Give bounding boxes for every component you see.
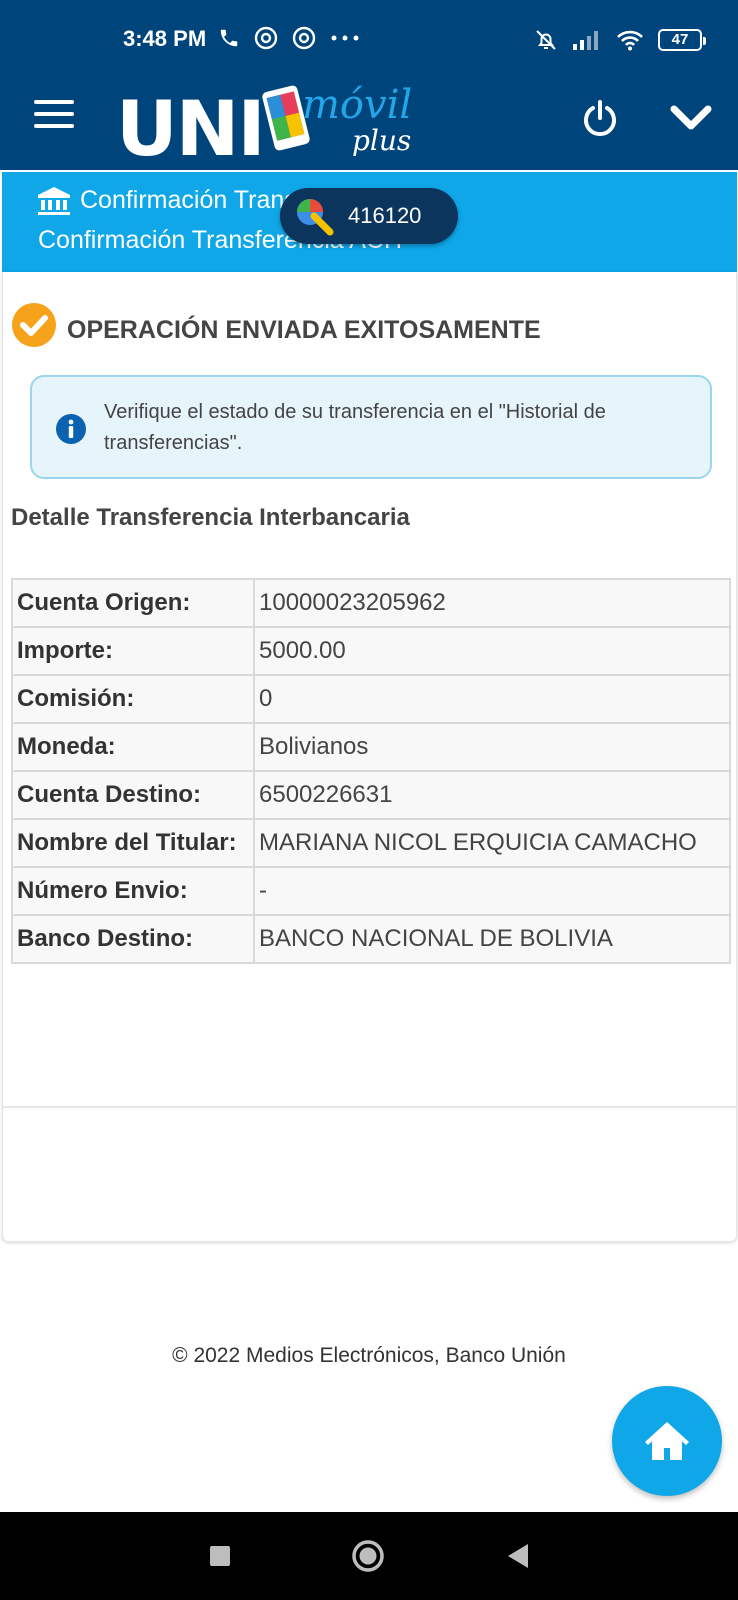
nav-home-button[interactable] xyxy=(346,1534,390,1578)
row-label: Número Envio: xyxy=(11,866,255,916)
logout-button[interactable] xyxy=(580,98,620,138)
android-nav-bar xyxy=(0,1512,738,1600)
confirmation-card: OPERACIÓN ENVIADA EXITOSAMENTE Verifique… xyxy=(2,272,737,1242)
row-label: Cuenta Destino: xyxy=(11,770,255,820)
chrome-icon xyxy=(292,26,316,50)
home-button[interactable] xyxy=(612,1386,722,1496)
power-icon xyxy=(584,100,616,137)
success-title: OPERACIÓN ENVIADA EXITOSAMENTE xyxy=(67,315,541,344)
transfer-details-table: Cuenta Origen: 10000023205962 Importe: 5000… xyxy=(11,578,731,964)
key-icon xyxy=(297,199,334,236)
phone-icon xyxy=(220,29,238,47)
row-label: Importe: xyxy=(11,626,255,676)
status-time: 3:48 PM xyxy=(123,26,207,51)
circle-icon xyxy=(352,1540,384,1572)
footer-copyright: © 2022 Medios Electrónicos, Banco Unión xyxy=(172,1344,566,1367)
wifi-icon xyxy=(617,30,643,51)
battery-indicator: 47 xyxy=(658,29,706,51)
row-value: Bolivianos xyxy=(253,722,731,772)
row-label: Nombre del Titular: xyxy=(11,818,255,868)
table-row: Cuenta Origen: 10000023205962 xyxy=(11,578,731,628)
alert-text: Verifique el estado de su transferencia … xyxy=(104,401,606,454)
chrome-icon xyxy=(254,26,278,50)
mute-bell-icon xyxy=(536,30,556,50)
table-row: Cuenta Destino: 6500226631 xyxy=(11,770,731,820)
detail-heading: Detalle Transferencia Interbancaria xyxy=(11,504,410,531)
info-alert: Verifique el estado de su transferencia … xyxy=(30,375,712,479)
back-triangle-icon xyxy=(508,1544,528,1568)
table-row: Comisión: 0 xyxy=(11,674,731,724)
uni-movil-plus-logo: UNI móvil plus xyxy=(116,80,416,173)
table-row: Nombre del Titular: MARIANA NICOL ERQUICI… xyxy=(11,818,731,868)
table-row: Importe: 5000.00 xyxy=(11,626,731,676)
square-icon xyxy=(210,1546,230,1566)
chevron-down-icon xyxy=(670,105,712,130)
table-row: Número Envio: - xyxy=(11,866,731,916)
divider xyxy=(3,1106,736,1108)
signal-icon xyxy=(573,31,598,50)
back-button[interactable] xyxy=(496,1534,540,1578)
table-row: Banco Destino: BANCO NACIONAL DE BOLIVIA xyxy=(11,914,731,964)
row-label: Cuenta Origen: xyxy=(11,578,255,628)
home-icon xyxy=(645,1422,689,1460)
check-circle-icon xyxy=(12,303,56,347)
row-value: MARIANA NICOL ERQUICIA CAMACHO xyxy=(253,818,731,868)
status-bar: 3:48 PM 47 xyxy=(0,0,738,80)
info-icon xyxy=(56,414,86,444)
otp-code: 416120 xyxy=(348,203,422,228)
row-value: - xyxy=(253,866,731,916)
otp-notification-pill[interactable]: 416120 xyxy=(280,188,458,244)
menu-icon xyxy=(34,100,74,104)
row-label: Moneda: xyxy=(11,722,255,772)
bank-icon xyxy=(38,186,70,215)
row-value: 10000023205962 xyxy=(253,578,731,628)
logo-sub-plus: plus xyxy=(352,124,412,157)
row-label: Comisión: xyxy=(11,674,255,724)
app-header: 3:48 PM 47 UNI móvil plus xyxy=(0,0,738,173)
recents-button[interactable] xyxy=(198,1534,242,1578)
logo-sub-movil: móvil xyxy=(302,82,413,128)
row-value: 6500226631 xyxy=(253,770,731,820)
table-row: Moneda: Bolivianos xyxy=(11,722,731,772)
row-value: 5000.00 xyxy=(253,626,731,676)
more-dots-icon xyxy=(331,35,359,41)
hamburger-menu-button[interactable] xyxy=(34,100,74,132)
row-value: BANCO NACIONAL DE BOLIVIA xyxy=(253,914,731,964)
logo-text: UNI xyxy=(116,84,266,173)
row-value: 0 xyxy=(253,674,731,724)
dropdown-button[interactable] xyxy=(668,100,714,136)
row-label: Banco Destino: xyxy=(11,914,255,964)
